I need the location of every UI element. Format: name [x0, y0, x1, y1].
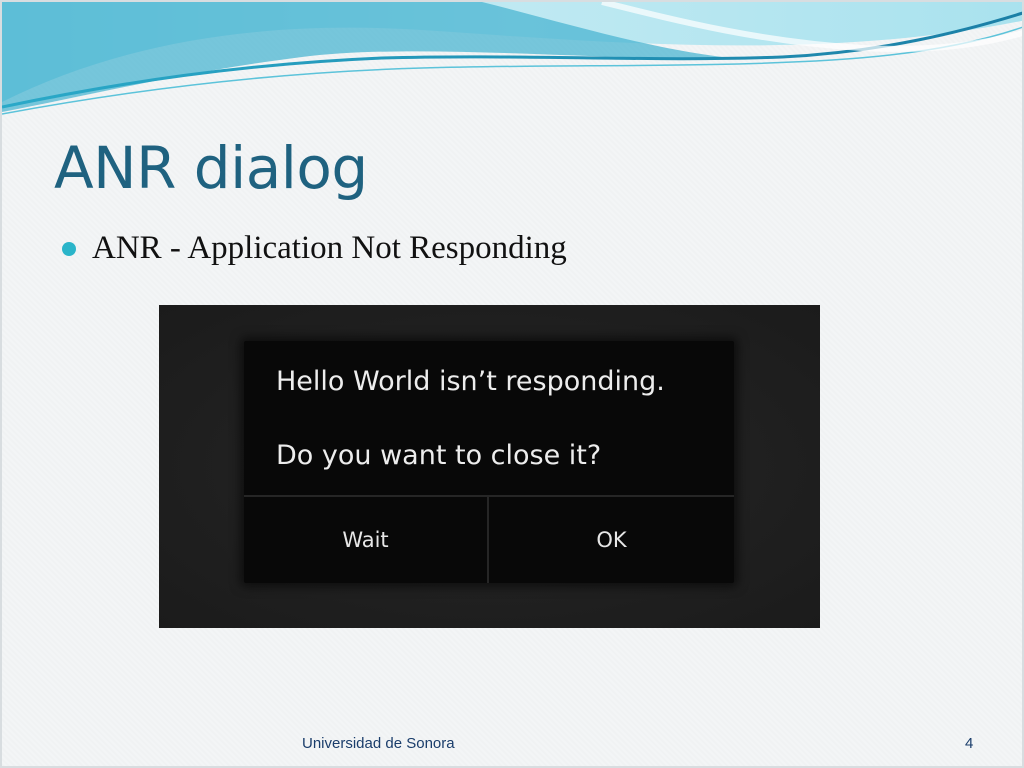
bullet-text: ANR - Application Not Responding	[92, 229, 567, 266]
wait-button[interactable]: Wait	[244, 497, 487, 583]
page-number: 4	[965, 735, 974, 752]
slide: ANR dialog ANR - Application Not Respond…	[0, 0, 1024, 768]
bullet-dot-icon	[62, 242, 76, 256]
dialog-message-line2: Do you want to close it?	[276, 440, 602, 471]
header-wave-decoration	[2, 2, 1022, 115]
slide-title: ANR dialog	[54, 134, 368, 202]
anr-dialog: Hello World isn’t responding. Do you wan…	[244, 341, 734, 583]
ok-button[interactable]: OK	[489, 497, 734, 583]
bullet-item: ANR - Application Not Responding	[62, 224, 567, 272]
anr-dialog-screenshot: Hello World isn’t responding. Do you wan…	[159, 305, 820, 628]
footer-text: Universidad de Sonora	[302, 735, 455, 752]
dialog-message-line1: Hello World isn’t responding.	[276, 366, 665, 397]
